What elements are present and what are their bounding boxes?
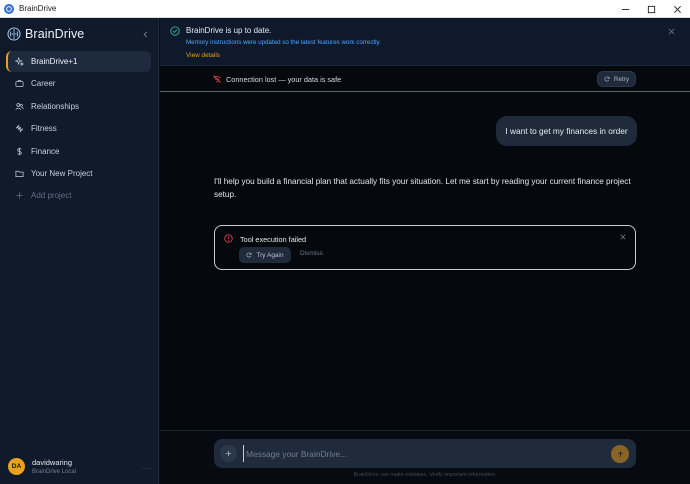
sidebar-item-relationships[interactable]: Relationships — [6, 96, 151, 117]
add-project-label: Add project — [31, 191, 72, 201]
tool-error-card: Tool execution failed Try Again Dismiss — [214, 225, 636, 270]
update-banner: BrainDrive is up to date. Memory instruc… — [160, 18, 690, 66]
error-title: Tool execution failed — [240, 235, 307, 244]
disclaimer-text: BrainDrive can make mistakes. Verify imp… — [353, 472, 497, 478]
dollar-icon — [17, 147, 22, 155]
close-error-button[interactable] — [620, 233, 627, 240]
more-options-icon[interactable]: ... — [143, 462, 151, 471]
maximize-button[interactable] — [638, 0, 664, 18]
close-icon — [620, 234, 626, 240]
retry-label: Retry — [613, 75, 630, 83]
folder-icon — [15, 170, 24, 177]
refresh-icon — [604, 76, 610, 82]
dumbbell-icon — [15, 124, 24, 133]
brain-logo-icon — [7, 27, 21, 41]
close-banner-button[interactable] — [668, 28, 676, 36]
avatar: DA — [8, 457, 25, 475]
sidebar-item-label: Fitness — [31, 124, 57, 134]
sidebar-item-label: Relationships — [31, 101, 80, 111]
app-icon — [4, 3, 14, 14]
user-subtitle: BrainDrive Local — [32, 468, 77, 475]
dismiss-button[interactable]: Dismiss — [300, 250, 323, 257]
users-icon — [15, 102, 24, 110]
add-project-button[interactable]: Add project — [6, 185, 151, 206]
plus-icon — [225, 450, 232, 457]
banner-title: BrainDrive is up to date. — [186, 26, 272, 35]
project-nav: BrainDrive+1 Career Relationships Fitnes… — [6, 51, 151, 208]
sidebar: BrainDrive BrainDrive+1 Career Relations… — [0, 18, 159, 484]
banner-message: Memory instructions were updated so the … — [186, 39, 381, 46]
attach-button[interactable] — [220, 445, 237, 462]
user-name: davidwaring — [32, 457, 73, 467]
window-titlebar: BrainDrive — [0, 0, 690, 18]
message-input[interactable] — [243, 445, 603, 462]
sparkles-icon — [15, 57, 24, 66]
sidebar-item-your-new-project[interactable]: Your New Project — [6, 163, 151, 184]
briefcase-icon — [15, 80, 24, 88]
composer-area: BrainDrive can make mistakes. Verify imp… — [160, 430, 690, 484]
brand-name: BrainDrive — [25, 27, 85, 41]
wifi-off-icon — [213, 75, 221, 83]
chat-main: BrainDrive is up to date. Memory instruc… — [160, 18, 690, 484]
sidebar-item-label: BrainDrive+1 — [31, 57, 78, 66]
try-again-label: Try Again — [256, 251, 284, 259]
sidebar-item-label: Your New Project — [31, 168, 93, 178]
assistant-message: I'll help you build a financial plan tha… — [214, 177, 631, 199]
connection-status-text: Connection lost — your data is safe — [226, 75, 342, 84]
check-circle-icon — [170, 26, 180, 36]
sidebar-item-label: Finance — [31, 146, 60, 156]
chevron-left-icon — [143, 31, 147, 37]
try-again-button[interactable]: Try Again — [239, 247, 291, 263]
close-icon — [668, 28, 675, 35]
minimize-button[interactable] — [612, 0, 638, 18]
collapse-sidebar-button[interactable] — [140, 29, 150, 39]
send-button[interactable] — [611, 445, 629, 463]
plus-icon — [16, 192, 23, 199]
refresh-icon — [246, 252, 252, 258]
brand: BrainDrive — [7, 27, 84, 41]
connection-status-bar: Connection lost — your data is safe Retr… — [160, 67, 690, 92]
message-composer — [214, 439, 636, 468]
arrow-up-icon — [617, 450, 623, 457]
sidebar-item-career[interactable]: Career — [6, 73, 151, 94]
view-details-link[interactable]: View details — [186, 52, 220, 59]
retry-button[interactable]: Retry — [597, 71, 636, 87]
sidebar-item-fitness[interactable]: Fitness — [6, 118, 151, 139]
user-profile[interactable]: DA davidwaring BrainDrive Local ... — [8, 454, 153, 478]
user-message-bubble: I want to get my finances in order — [496, 116, 637, 146]
sidebar-item-braindrive-plus-1[interactable]: BrainDrive+1 — [6, 51, 151, 72]
window-title: BrainDrive — [19, 4, 57, 13]
sidebar-item-label: Career — [31, 79, 56, 89]
sidebar-item-finance[interactable]: Finance — [6, 141, 151, 162]
close-window-button[interactable] — [664, 0, 690, 18]
alert-circle-icon — [224, 234, 233, 243]
